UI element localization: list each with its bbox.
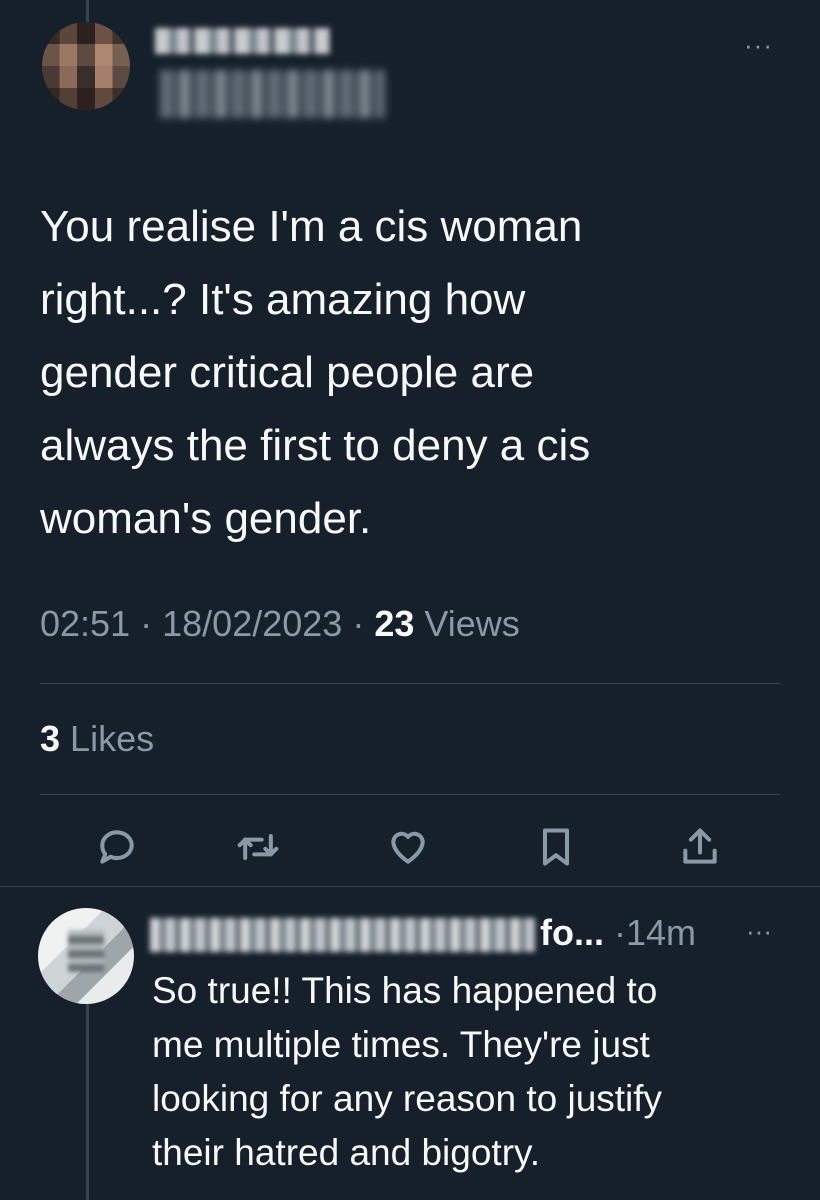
- thread-line: [86, 0, 89, 22]
- reply-header: fo... ·14m: [540, 912, 696, 954]
- retweet-icon[interactable]: [233, 822, 283, 872]
- divider: [0, 886, 820, 887]
- display-name-blurred[interactable]: [155, 28, 330, 54]
- action-bar: [0, 822, 820, 872]
- reply-time[interactable]: 14m: [626, 912, 696, 953]
- likes-count: 3: [40, 718, 61, 759]
- reply-icon[interactable]: [92, 822, 142, 872]
- meta-separator: ·: [352, 603, 365, 644]
- reply-avatar[interactable]: [38, 908, 134, 1004]
- bookmark-icon[interactable]: [531, 822, 581, 872]
- reply-separator: ·: [614, 912, 626, 953]
- reply-display-name-blurred[interactable]: [150, 918, 535, 952]
- meta-separator: ·: [140, 603, 153, 644]
- divider: [40, 683, 780, 684]
- reply-author-truncated[interactable]: fo...: [540, 912, 604, 953]
- views-count: 23: [374, 603, 415, 644]
- likes-link[interactable]: 3 Likes: [40, 718, 154, 760]
- tweet-text: You realise I'm a cis woman right...? It…: [40, 202, 591, 543]
- tweet-date[interactable]: 18/02/2023: [162, 603, 342, 644]
- avatar[interactable]: [42, 22, 130, 110]
- username-blurred[interactable]: [160, 70, 385, 118]
- like-icon[interactable]: [383, 822, 433, 872]
- more-options-icon[interactable]: ···: [746, 916, 772, 947]
- thread-line: [86, 1000, 89, 1200]
- views-label: Views: [424, 603, 520, 644]
- divider: [40, 794, 780, 795]
- more-options-icon[interactable]: ···: [744, 30, 773, 61]
- likes-label: Likes: [70, 718, 155, 759]
- share-icon[interactable]: [675, 822, 725, 872]
- tweet-meta: 02:51 · 18/02/2023 · 23 Views: [40, 603, 520, 645]
- reply-text: So true!! This has happened to me multip…: [152, 970, 663, 1173]
- tweet-time[interactable]: 02:51: [40, 603, 130, 644]
